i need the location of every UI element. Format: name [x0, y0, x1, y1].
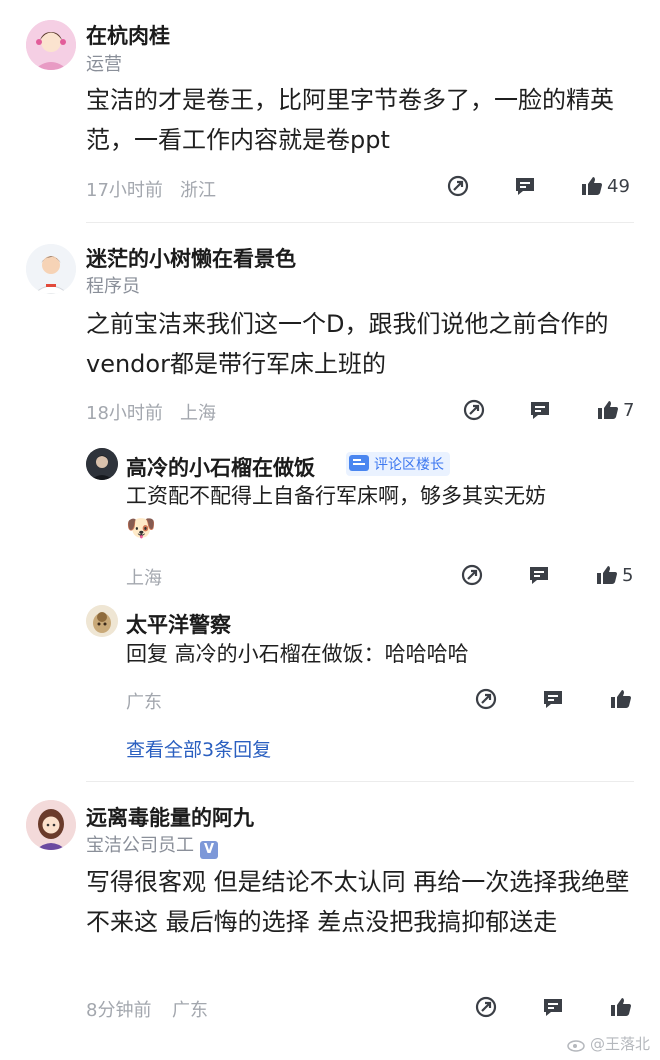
author-subtitle: 宝洁公司员工 V — [86, 831, 218, 859]
comment-time: 17小时前 — [86, 180, 163, 201]
comment-location: 广东 — [172, 1000, 208, 1021]
verified-icon: V — [200, 841, 218, 859]
reply-text: 工资配不配得上自备行军床啊，够多其实无妨 — [126, 484, 546, 508]
like-count: 49 — [607, 175, 630, 197]
comment-author[interactable]: 在杭肉桂 — [86, 20, 170, 50]
like-button[interactable]: 5 — [595, 563, 633, 587]
avatar[interactable] — [26, 20, 76, 70]
divider — [86, 222, 634, 223]
share-button[interactable] — [446, 174, 470, 198]
view-all-replies-link[interactable]: 查看全部3条回复 — [126, 735, 271, 762]
reply-author[interactable]: 高冷的小石榴在做饭 — [126, 452, 315, 482]
like-button[interactable]: 49 — [580, 174, 630, 198]
comment-location: 浙江 — [180, 180, 216, 201]
comment-author[interactable]: 远离毒能量的阿九 — [86, 802, 254, 832]
thumbs-up-icon — [611, 690, 631, 708]
comment-icon — [531, 402, 549, 419]
author-subtitle: 运营 — [86, 54, 122, 75]
avatar[interactable] — [86, 448, 118, 480]
reply-location: 广东 — [126, 692, 162, 713]
avatar[interactable] — [26, 244, 76, 294]
watermark: @王落北 — [567, 1033, 650, 1054]
comment-time: 18小时前 — [86, 403, 163, 424]
reply-button[interactable] — [541, 687, 565, 711]
like-button[interactable]: 7 — [596, 398, 634, 422]
comment-location: 上海 — [180, 403, 216, 424]
weibo-logo-icon — [567, 1039, 585, 1052]
share-icon — [447, 175, 469, 197]
avatar[interactable] — [86, 605, 118, 637]
share-button[interactable] — [474, 995, 498, 1019]
like-button[interactable] — [609, 687, 633, 711]
share-icon — [475, 996, 497, 1018]
chat-badge-icon — [349, 455, 369, 471]
divider — [86, 781, 634, 782]
comment-icon — [544, 691, 562, 708]
share-icon — [463, 399, 485, 421]
comment-text: 之前宝洁来我们这一个D，跟我们说他之前合作的vendor都是带行军床上班的 — [86, 310, 609, 378]
dog-emoji: 🐶 — [126, 514, 156, 542]
like-button[interactable] — [609, 995, 633, 1019]
like-count: 7 — [623, 399, 635, 421]
reply-button[interactable] — [541, 995, 565, 1019]
badge-label: 评论区楼长 — [374, 457, 444, 473]
share-button[interactable] — [474, 687, 498, 711]
share-button[interactable] — [462, 398, 486, 422]
thumbs-up-icon — [611, 998, 631, 1016]
reply-button[interactable] — [528, 398, 552, 422]
comment-text: 写得很客观 但是结论不太认同 再给一次选择我绝壁不来这 最后悔的选择 差点没把我… — [86, 868, 630, 936]
share-icon — [461, 564, 483, 586]
comment-author[interactable]: 迷茫的小树懒在看景色 — [86, 243, 296, 273]
thumbs-up-icon — [597, 566, 617, 584]
reply-location: 上海 — [126, 568, 162, 589]
reply-author[interactable]: 太平洋警察 — [126, 609, 231, 639]
thumbs-up-icon — [598, 401, 618, 419]
comment-icon — [544, 999, 562, 1016]
reply-button[interactable] — [527, 563, 551, 587]
comment-icon — [530, 567, 548, 584]
share-button[interactable] — [460, 563, 484, 587]
reply-text: 回复 高冷的小石榴在做饭：哈哈哈哈 — [126, 642, 469, 666]
author-subtitle: 程序员 — [86, 276, 140, 297]
comment-icon — [516, 178, 534, 195]
watermark-text: @王落北 — [589, 1035, 650, 1053]
comment-text: 宝洁的才是卷王，比阿里字节卷多了，一脸的精英范，一看工作内容就是卷ppt — [86, 86, 614, 154]
comment-time: 8分钟前 — [86, 1000, 152, 1021]
thumbs-up-icon — [582, 177, 602, 195]
reply-button[interactable] — [513, 174, 537, 198]
floor-master-badge: 评论区楼长 — [346, 452, 450, 476]
avatar[interactable] — [26, 800, 76, 850]
like-count: 5 — [622, 564, 634, 586]
share-icon — [475, 688, 497, 710]
